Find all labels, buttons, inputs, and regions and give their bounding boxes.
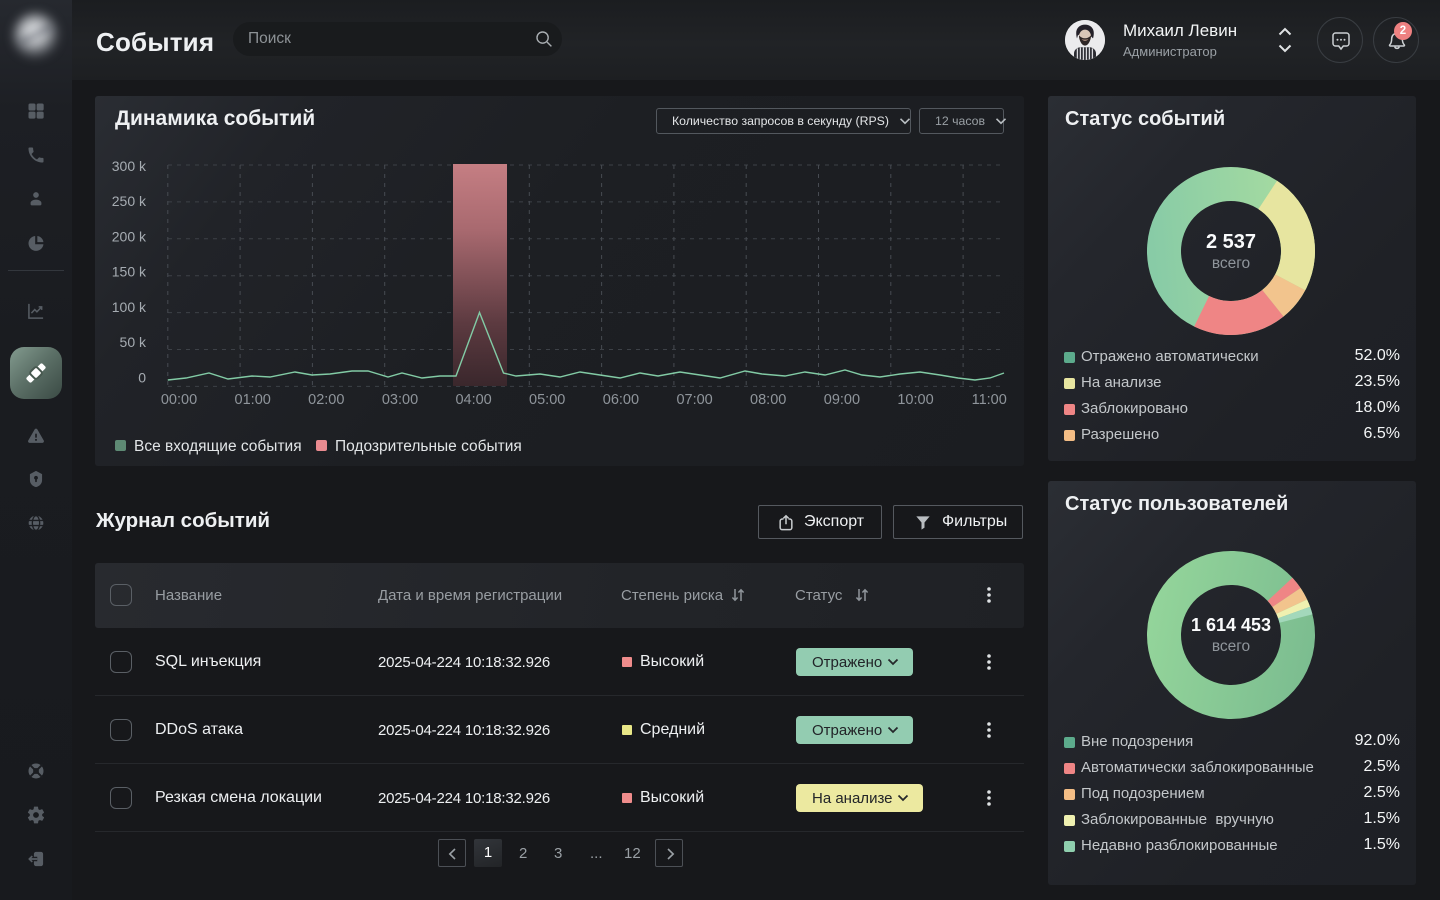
svg-text:300 k: 300 k xyxy=(112,158,147,174)
svg-text:06:00: 06:00 xyxy=(603,392,639,408)
svg-text:200 k: 200 k xyxy=(112,228,147,244)
svg-text:03:00: 03:00 xyxy=(382,392,418,408)
svg-text:1 614 453: 1 614 453 xyxy=(1191,615,1271,635)
svg-text:01:00: 01:00 xyxy=(235,392,271,408)
svg-text:05:00: 05:00 xyxy=(529,392,565,408)
svg-text:250 k: 250 k xyxy=(112,193,147,209)
svg-text:100 k: 100 k xyxy=(112,299,147,315)
svg-text:Подозрительные события: Подозрительные события xyxy=(335,438,522,455)
svg-text:09:00: 09:00 xyxy=(824,392,860,408)
svg-text:всего: всего xyxy=(1212,255,1250,272)
svg-text:2 537: 2 537 xyxy=(1206,231,1256,253)
svg-text:0: 0 xyxy=(138,369,146,385)
svg-text:11:00: 11:00 xyxy=(972,392,1007,408)
svg-text:150 k: 150 k xyxy=(112,264,147,280)
svg-text:10:00: 10:00 xyxy=(897,392,933,408)
svg-text:всего: всего xyxy=(1212,638,1250,655)
svg-text:04:00: 04:00 xyxy=(455,392,491,408)
svg-text:02:00: 02:00 xyxy=(308,392,344,408)
svg-text:50 k: 50 k xyxy=(120,334,147,350)
svg-text:08:00: 08:00 xyxy=(750,392,786,408)
svg-text:07:00: 07:00 xyxy=(676,392,712,408)
svg-text:Все входящие события: Все входящие события xyxy=(134,438,302,455)
svg-text:00:00: 00:00 xyxy=(161,392,197,408)
